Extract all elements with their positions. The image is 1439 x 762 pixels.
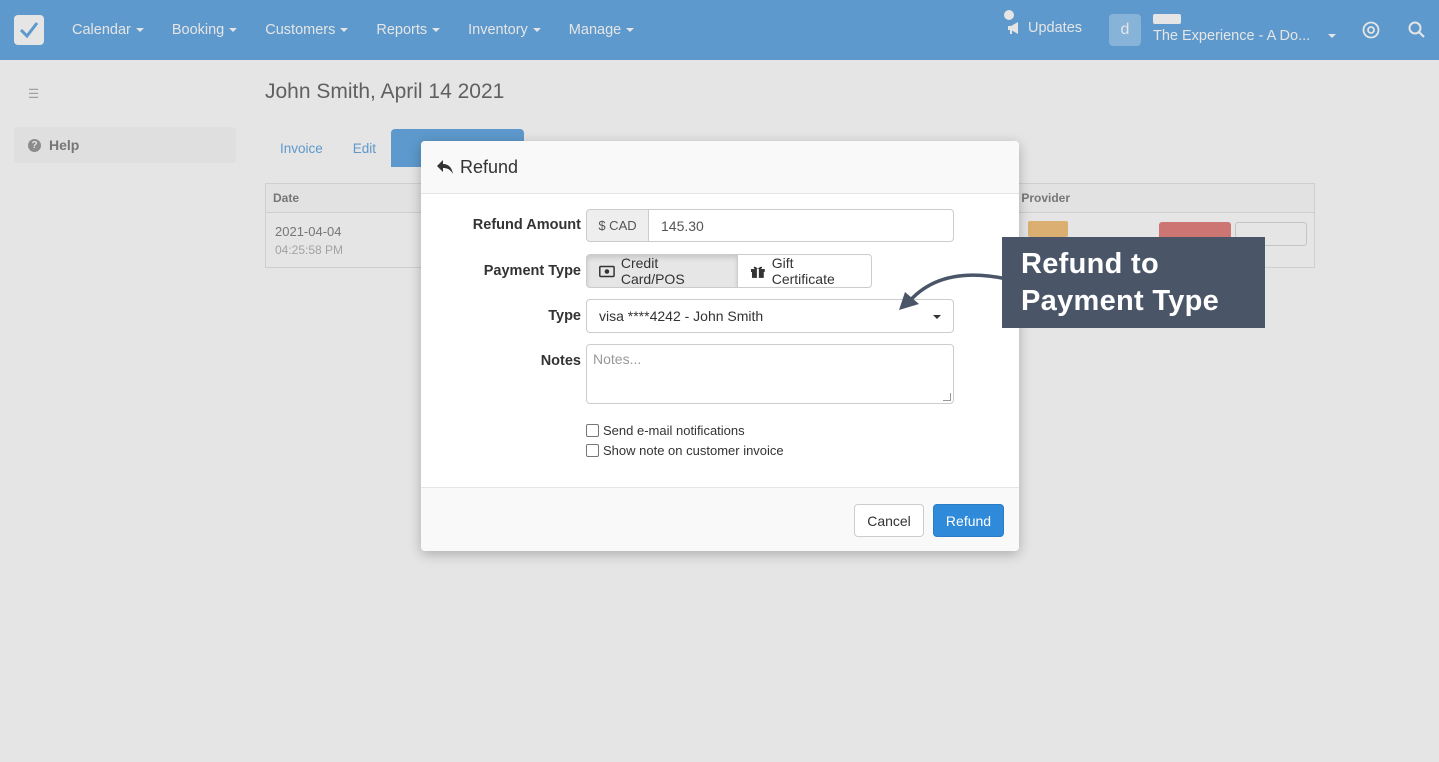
currency-addon: $ CAD	[586, 209, 649, 242]
credit-card-pos-button[interactable]: Credit Card/POS	[586, 254, 738, 288]
notes-label: Notes	[540, 353, 581, 369]
callout-box: Refund to Payment Type	[1002, 237, 1265, 328]
refund-amount-input[interactable]: 145.30	[648, 209, 954, 242]
checkbox-box[interactable]	[586, 444, 599, 457]
email-notification-checkbox[interactable]: Send e-mail notifications	[586, 423, 745, 438]
caret-down-icon	[933, 315, 941, 319]
modal-footer: Cancel Refund	[421, 487, 1019, 551]
notes-textarea[interactable]: Notes...	[586, 344, 954, 404]
type-label: Type	[548, 308, 581, 324]
gift-icon	[750, 266, 765, 278]
callout-arrow	[899, 273, 1008, 310]
refund-modal: Refund Refund Amount $ CAD 145.30 Paymen…	[421, 141, 1019, 551]
credit-card-pos-label: Credit Card/POS	[620, 255, 685, 287]
gift-certificate-button[interactable]: Gift Certificate	[737, 254, 872, 288]
cancel-button[interactable]: Cancel	[854, 504, 924, 537]
refund-amount-label: Refund Amount	[472, 217, 581, 233]
gift-certificate-label: Gift Certificate	[771, 255, 835, 287]
money-bill-icon	[599, 265, 615, 277]
callout-line-2: Payment Type	[1021, 285, 1220, 317]
callout-line-1: Refund to	[1021, 248, 1160, 280]
payment-type-label: Payment Type	[483, 263, 581, 279]
show-note-label: Show note on customer invoice	[603, 443, 784, 458]
reply-icon	[437, 160, 453, 174]
modal-header: Refund	[421, 141, 1019, 194]
payment-method-value: visa ****4242 - John Smith	[599, 308, 764, 324]
show-note-checkbox[interactable]: Show note on customer invoice	[586, 443, 784, 458]
refund-button[interactable]: Refund	[933, 504, 1004, 537]
checkbox-box[interactable]	[586, 424, 599, 437]
modal-title: Refund	[460, 156, 519, 177]
email-notification-label: Send e-mail notifications	[603, 423, 745, 438]
